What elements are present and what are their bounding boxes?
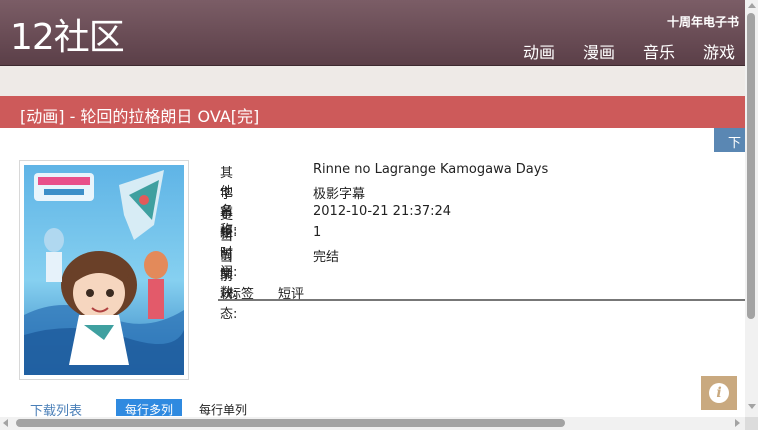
detail-tabs: 标签 短评	[218, 281, 745, 302]
info-value: 完结	[313, 250, 340, 265]
multi-column-button[interactable]: 每行多列	[116, 399, 183, 417]
info-value: 极影字幕	[313, 187, 366, 202]
poster	[19, 160, 189, 380]
info-glyph: i	[709, 383, 729, 403]
horizontal-scrollbar[interactable]	[0, 417, 745, 430]
scroll-down-icon[interactable]	[748, 404, 756, 409]
nav-item-anime[interactable]: 动画	[523, 39, 555, 63]
info-value: 2012-10-21 21:37:24	[313, 204, 452, 219]
poster-artwork	[24, 165, 184, 375]
site-header: 12社区 十周年电子书 动画 漫画 音乐 游戏	[0, 0, 745, 66]
tab-reviews[interactable]: 短评	[278, 283, 304, 302]
nav-item-games[interactable]: 游戏	[703, 39, 735, 63]
scrollbar-corner	[745, 417, 758, 430]
download-tab[interactable]: 下	[714, 128, 745, 152]
nav-item-manga[interactable]: 漫画	[583, 39, 615, 63]
main-nav: 动画 漫画 音乐 游戏	[523, 39, 735, 63]
page-title-bar: [动画] - 轮回的拉格朗日 OVA[完]	[0, 96, 745, 128]
page-title: [动画] - 轮回的拉格朗日 OVA[完]	[20, 107, 260, 126]
scroll-right-icon[interactable]	[735, 419, 740, 427]
tab-tags[interactable]: 标签	[228, 283, 254, 302]
vertical-scroll-thumb[interactable]	[747, 13, 755, 319]
site-logo[interactable]: 12社区	[10, 13, 125, 63]
single-column-button[interactable]: 每行单列	[190, 399, 256, 417]
scroll-up-icon[interactable]	[748, 3, 756, 8]
nav-item-music[interactable]: 音乐	[643, 39, 675, 63]
info-icon[interactable]: i	[701, 376, 737, 410]
horizontal-scroll-thumb[interactable]	[16, 419, 565, 427]
anniversary-ebook-link[interactable]: 十周年电子书	[667, 13, 739, 30]
info-value: 1	[313, 225, 322, 240]
scroll-left-icon[interactable]	[3, 419, 8, 427]
header-band	[0, 66, 745, 96]
vertical-scrollbar[interactable]	[745, 0, 758, 430]
info-value: Rinne no Lagrange Kamogawa Days	[313, 162, 549, 177]
